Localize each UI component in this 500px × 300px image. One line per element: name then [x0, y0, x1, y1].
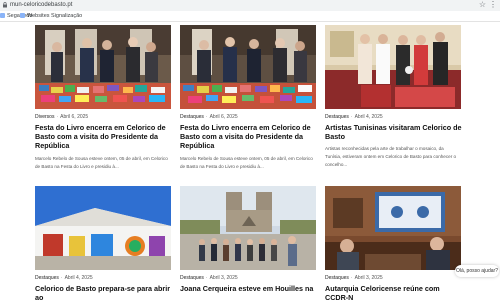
post-meta: Destaques · Abril 4, 2025 — [325, 114, 383, 120]
category-link[interactable]: Destaques — [180, 275, 204, 281]
post-meta: Destaques · Abril 3, 2025 — [180, 275, 238, 281]
bookmark-item[interactable]: Websites Signalização — [20, 12, 82, 21]
category-link[interactable]: Destaques — [325, 275, 349, 281]
address-bar[interactable]: mun-celoricodebasto.pt ☆ ⋮ — [0, 0, 500, 11]
favicon-icon — [0, 12, 5, 18]
bookmarks-bar: Segafredo Websites Signalização — [0, 11, 500, 22]
post-title[interactable]: Artistas Tunisinas visitaram Celorico de… — [325, 123, 463, 141]
category-link[interactable]: Destaques — [35, 275, 59, 281]
meta-separator: · — [205, 114, 208, 120]
post-date: Abril 6, 2025 — [60, 114, 89, 120]
post-meta: Destaques · Abril 3, 2025 — [325, 275, 383, 281]
category-link[interactable]: Destaques — [325, 114, 349, 120]
meta-separator: · — [350, 275, 353, 281]
favicon-icon — [20, 12, 25, 18]
bookmark-star-icon[interactable]: ☆ — [479, 0, 486, 10]
post-meta: Diversos · Abril 6, 2025 — [35, 114, 88, 120]
post-date: Abril 4, 2025 — [354, 114, 383, 120]
post-date: Abril 6, 2025 — [209, 114, 238, 120]
news-thumbnail[interactable] — [325, 25, 461, 109]
category-link[interactable]: Diversos — [35, 114, 54, 120]
help-chat-button[interactable]: Olá, posso ajudar? — [455, 265, 499, 277]
news-thumbnail[interactable] — [325, 186, 461, 270]
menu-icon[interactable]: ⋮ — [489, 0, 497, 10]
post-date: Abril 3, 2025 — [354, 275, 383, 281]
post-meta: Destaques · Abril 6, 2025 — [180, 114, 238, 120]
post-date: Abril 3, 2025 — [209, 275, 238, 281]
post-title[interactable]: Joana Cerqueira esteve em Houilles na — [180, 284, 318, 293]
post-excerpt: Marcelo Rebelo de Sousa esteve ontem, 05… — [35, 156, 168, 169]
news-thumbnail[interactable] — [180, 186, 316, 270]
post-excerpt: Marcelo Rebelo de Sousa esteve ontem, 05… — [180, 156, 313, 169]
meta-separator: · — [350, 114, 353, 120]
post-date: Abril 4, 2025 — [64, 275, 93, 281]
post-excerpt: Artistas reconhecidas pela arte de traba… — [325, 146, 457, 167]
post-title[interactable]: Celorico de Basto prepara-se para abrir … — [35, 284, 173, 300]
post-title[interactable]: Festa do Livro encerra em Celorico de Ba… — [35, 123, 173, 150]
post-title[interactable]: Autarquia Celoricense reúne com CCDR-N — [325, 284, 463, 300]
meta-separator: · — [205, 275, 208, 281]
post-title[interactable]: Festa do Livro encerra em Celorico de Ba… — [180, 123, 318, 150]
url-text[interactable]: mun-celoricodebasto.pt — [10, 1, 72, 10]
meta-separator: · — [60, 275, 63, 281]
news-thumbnail[interactable] — [35, 25, 171, 109]
news-thumbnail[interactable] — [180, 25, 316, 109]
category-link[interactable]: Destaques — [180, 114, 204, 120]
news-thumbnail[interactable] — [35, 186, 171, 270]
lock-icon — [3, 2, 7, 8]
post-meta: Destaques · Abril 4, 2025 — [35, 275, 93, 281]
meta-separator: · — [56, 114, 59, 120]
